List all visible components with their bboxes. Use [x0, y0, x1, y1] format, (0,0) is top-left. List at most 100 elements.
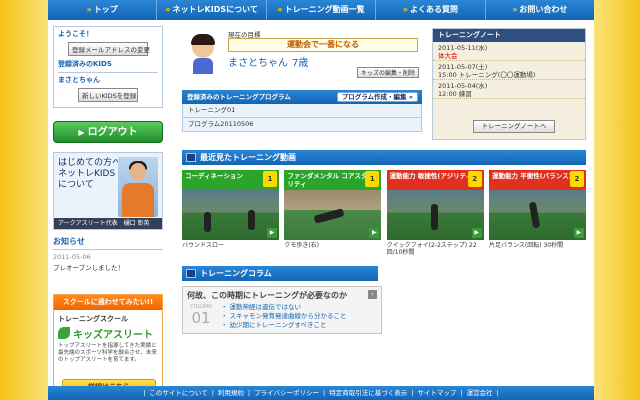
- video-caption: 片足バランス(回転) 30秒間: [488, 242, 564, 249]
- column-point: ・運動神経は遺伝ではない: [221, 303, 302, 311]
- news-title: お知らせ: [53, 236, 163, 250]
- sidebar: ようこそ！ 登録メールアドレスの変更 登録済みのKIDS まさとちゃん 新しいK…: [53, 26, 163, 400]
- kid-name: まさとちゃん: [228, 58, 288, 69]
- footer-link[interactable]: 利用規約: [218, 389, 244, 397]
- news-body[interactable]: プレオープンしました！: [53, 262, 163, 272]
- change-email-button[interactable]: 登録メールアドレスの変更: [68, 42, 150, 56]
- nav-label: トップ: [93, 5, 118, 14]
- section-icon: [186, 269, 196, 278]
- video-category: コーディネーション 1: [182, 170, 279, 190]
- video-category: ファンダメンタル コアスタビリティ 1: [284, 170, 382, 190]
- entry-text: 15:00 トレーニング(〇〇運動場): [438, 71, 536, 79]
- nav-label: トレーニング動画一覧: [284, 5, 365, 14]
- video-card[interactable]: 運動能力 敏捷性(アジリティ) 2 ▶ クイックフォイ(2-2ステップ) 22回/…: [386, 170, 484, 260]
- edit-kids-button[interactable]: キッズの編集・削除: [357, 67, 420, 78]
- footer-link[interactable]: プライバシーポリシー: [254, 389, 319, 397]
- column-question: 何故、この時期にトレーニングが必要なのか: [187, 291, 347, 300]
- category-label: ファンダメンタル コアスタビリティ: [287, 172, 374, 188]
- entry-date: 2011-05-07(土): [438, 63, 488, 71]
- arrow-icon: »: [402, 5, 408, 14]
- create-program-label: プログラム作成・編集: [341, 93, 407, 101]
- notebook-title: トレーニングノート: [433, 29, 585, 42]
- video-category: 運動能力 平衡性(バランス) 2: [488, 170, 586, 190]
- category-label: 運動能力 敏捷性(アジリティ): [389, 172, 476, 180]
- category-label: 運動能力 平衡性(バランス): [491, 172, 572, 180]
- video-category: 運動能力 敏捷性(アジリティ) 2: [386, 170, 484, 190]
- notebook-button[interactable]: トレーニングノートへ: [473, 120, 555, 133]
- nav-label: よくある質問: [410, 5, 458, 14]
- category-label: コーディネーション: [185, 172, 243, 180]
- point-text: 幼少期にトレーニングすべきこと: [229, 321, 327, 329]
- beginner-banner[interactable]: はじめての方へネットレKIDSについて アークアスリート代表 樋口 彰英: [53, 152, 163, 230]
- create-program-button[interactable]: プログラム作成・編集 »: [336, 92, 418, 102]
- nav-top[interactable]: » トップ: [48, 0, 158, 20]
- kid-avatar: [188, 34, 218, 74]
- kid-profile: 現在の目標 運動会で一番になる まさとちゃん 7歳 キッズの編集・削除: [182, 26, 422, 78]
- section-icon: [186, 153, 196, 162]
- logo-text: キッズアスリート: [73, 329, 153, 341]
- news-date: 2011-05-06: [53, 253, 91, 261]
- logout-button[interactable]: ▶ ログアウト: [53, 121, 163, 143]
- footer-link[interactable]: 特定商取引法に基づく表示: [329, 389, 407, 397]
- welcome-box: ようこそ！ 登録メールアドレスの変更 登録済みのKIDS まさとちゃん 新しいK…: [53, 26, 163, 108]
- video-card[interactable]: 運動能力 平衡性(バランス) 2 ▶ 片足バランス(回転) 30秒間: [488, 170, 586, 260]
- chevron-right-icon: ›: [368, 290, 377, 299]
- program-row[interactable]: トレーニング01: [182, 104, 422, 118]
- beginner-caption: アークアスリート代表 樋口 彰英: [54, 218, 162, 229]
- training-notebook: トレーニングノート 2011-05-11(水) 体大会 2011-05-07(土)…: [432, 28, 586, 140]
- news-box: お知らせ 2011-05-06 プレオープンしました！: [53, 236, 163, 272]
- point-text: スキャモン発育発達曲線から分かること: [229, 312, 347, 320]
- arrow-icon: »: [512, 5, 518, 14]
- recent-videos: コーディネーション 1 ▶ バウンドスロー ファンダメンタル コアスタビリティ 1 …: [182, 170, 586, 260]
- video-card[interactable]: コーディネーション 1 ▶ バウンドスロー: [182, 170, 279, 260]
- video-card[interactable]: ファンダメンタル コアスタビリティ 1 ▶ クモ歩き(右): [284, 170, 382, 260]
- column-point: ・スキャモン発育発達曲線から分かること: [221, 312, 347, 320]
- column-header: トレーニングコラム: [182, 266, 378, 281]
- arrow-icon: ▶: [78, 128, 85, 137]
- video-thumbnail: ▶: [182, 190, 279, 240]
- nav-about[interactable]: » ネットレKIDSについて: [157, 0, 267, 20]
- footer-link[interactable]: サイトマップ: [417, 389, 456, 397]
- background-left: [0, 0, 48, 400]
- play-icon: ▶: [573, 228, 584, 238]
- play-icon: ▶: [369, 228, 380, 238]
- video-thumbnail: ▶: [386, 190, 484, 240]
- kid-link[interactable]: まさとちゃん: [58, 72, 158, 85]
- arrow-icon: »: [86, 5, 92, 14]
- representative-photo: [118, 157, 158, 217]
- school-subtitle: トレーニングスクール: [58, 315, 128, 323]
- programs-header: 登録済みのトレーニングプログラム プログラム作成・編集 »: [182, 90, 422, 104]
- entry-text: 12:00 練習: [438, 90, 472, 98]
- beginner-text: はじめての方へネットレKIDSについて: [58, 158, 122, 190]
- recent-videos-title: 最近見たトレーニング動画: [200, 153, 296, 162]
- nav-contact[interactable]: » お問い合わせ: [486, 0, 594, 20]
- footer-link[interactable]: このサイトについて: [149, 389, 207, 397]
- level-badge: 2: [569, 171, 584, 187]
- notebook-entry: 2011-05-11(水) 体大会: [433, 42, 585, 61]
- nav-faq[interactable]: » よくある質問: [376, 0, 486, 20]
- column-point: ・幼少期にトレーニングすべきこと: [221, 321, 327, 329]
- video-caption: クイックフォイ(2-2ステップ) 22回/10秒間: [386, 242, 477, 256]
- global-nav: » トップ » ネットレKIDSについて » トレーニング動画一覧 » よくある質問 »…: [48, 0, 594, 20]
- register-kids-button[interactable]: 新しいKIDSを登録: [78, 88, 138, 102]
- footer-link[interactable]: 運営会社: [467, 389, 493, 397]
- training-programs: 登録済みのトレーニングプログラム プログラム作成・編集 » トレーニング01 プロ…: [182, 90, 422, 132]
- nav-videos[interactable]: » トレーニング動画一覧: [267, 0, 377, 20]
- badge-number: 01: [191, 309, 211, 327]
- video-thumbnail: ▶: [488, 190, 586, 240]
- program-row[interactable]: プログラム20110506: [182, 118, 422, 132]
- kids-athlete-logo: キッズアスリート: [58, 325, 158, 341]
- column-title: トレーニングコラム: [200, 269, 272, 278]
- video-caption: バウンドスロー: [182, 242, 225, 249]
- school-banner-title: スクールに通わせてみたい!!: [54, 295, 162, 310]
- entry-date: 2011-05-11(水): [438, 44, 488, 52]
- programs-title: 登録済みのトレーニングプログラム: [187, 93, 291, 101]
- school-description: トップアスリートを指導してきた実績と最先端のスポーツ科学を融合させ、未来のトップ…: [58, 343, 157, 363]
- goal-text: 運動会で一番になる: [228, 38, 418, 52]
- column-article[interactable]: 何故、この時期にトレーニングが必要なのか › COLUMN 01 ・運動神経は遺伝…: [182, 286, 382, 334]
- kid-name-age: まさとちゃん 7歳: [228, 54, 308, 69]
- column-badge: COLUMN 01: [187, 304, 215, 330]
- school-banner: スクールに通わせてみたい!! トレーニングスクール キッズアスリート トップアス…: [53, 294, 163, 400]
- page: » トップ » ネットレKIDSについて » トレーニング動画一覧 » よくある質問 »…: [48, 0, 594, 400]
- point-text: 運動神経は遺伝ではない: [229, 303, 302, 311]
